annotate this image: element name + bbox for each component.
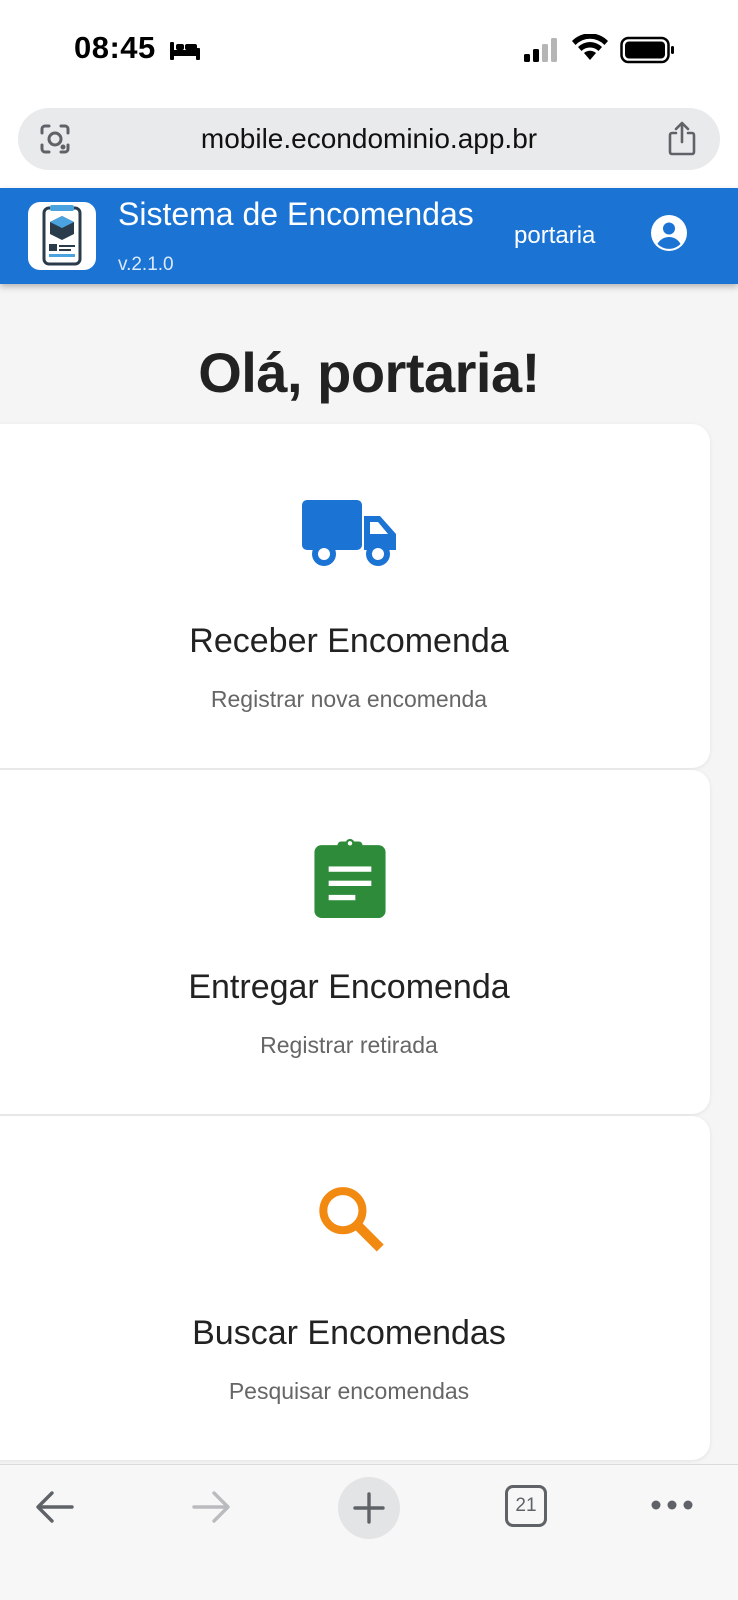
card-subtitle: Registrar retirada (260, 1032, 438, 1058)
app-version: v.2.1.0 (118, 254, 174, 275)
forward-arrow-icon[interactable] (190, 1487, 232, 1527)
greeting-title: Olá, portaria! (198, 341, 540, 404)
truck-icon (302, 500, 396, 566)
package-logo-icon (42, 205, 82, 266)
account-circle-icon[interactable] (650, 214, 688, 252)
clipboard-icon (314, 838, 386, 918)
cellular-signal-icon (524, 38, 557, 62)
card-title: Entregar Encomenda (188, 968, 510, 1006)
app-header: Sistema de Encomendas v.2.1.0 portaria (0, 188, 738, 284)
back-arrow-icon[interactable] (34, 1487, 76, 1527)
status-time: 08:45 (74, 30, 156, 65)
battery-icon (620, 36, 674, 64)
receive-package-card[interactable]: Receber Encomenda Registrar nova encomen… (0, 424, 710, 768)
card-subtitle: Registrar nova encomenda (210, 686, 488, 712)
app-title: Sistema de Encomendas (118, 196, 474, 232)
url-text[interactable]: mobile.econdominio.app.br (18, 108, 720, 170)
more-options-icon[interactable] (650, 1495, 694, 1515)
deliver-package-card[interactable]: Entregar Encomenda Registrar retirada (0, 770, 710, 1114)
browser-address-area: mobile.econdominio.app.br (0, 100, 738, 188)
tab-switcher-button[interactable]: 21 (505, 1485, 547, 1527)
bed-icon (170, 42, 200, 60)
wifi-icon (572, 34, 608, 60)
browser-toolbar: 21 (0, 1464, 738, 1600)
card-title: Buscar Encomendas (192, 1314, 506, 1352)
search-icon (319, 1187, 384, 1252)
card-subtitle: Pesquisar encomendas (228, 1378, 470, 1404)
plus-icon (353, 1492, 385, 1524)
header-username[interactable]: portaria (514, 222, 595, 250)
phone-screen: 08:45 mobile.econdominio.app.br Sistema … (0, 0, 738, 1600)
search-packages-card[interactable]: Buscar Encomendas Pesquisar encomendas (0, 1116, 710, 1460)
status-bar: 08:45 (0, 0, 738, 100)
app-logo (28, 202, 96, 270)
address-bar[interactable]: mobile.econdominio.app.br (18, 108, 720, 170)
share-icon[interactable] (666, 120, 698, 156)
new-tab-button[interactable] (338, 1477, 400, 1539)
card-title: Receber Encomenda (189, 622, 509, 660)
